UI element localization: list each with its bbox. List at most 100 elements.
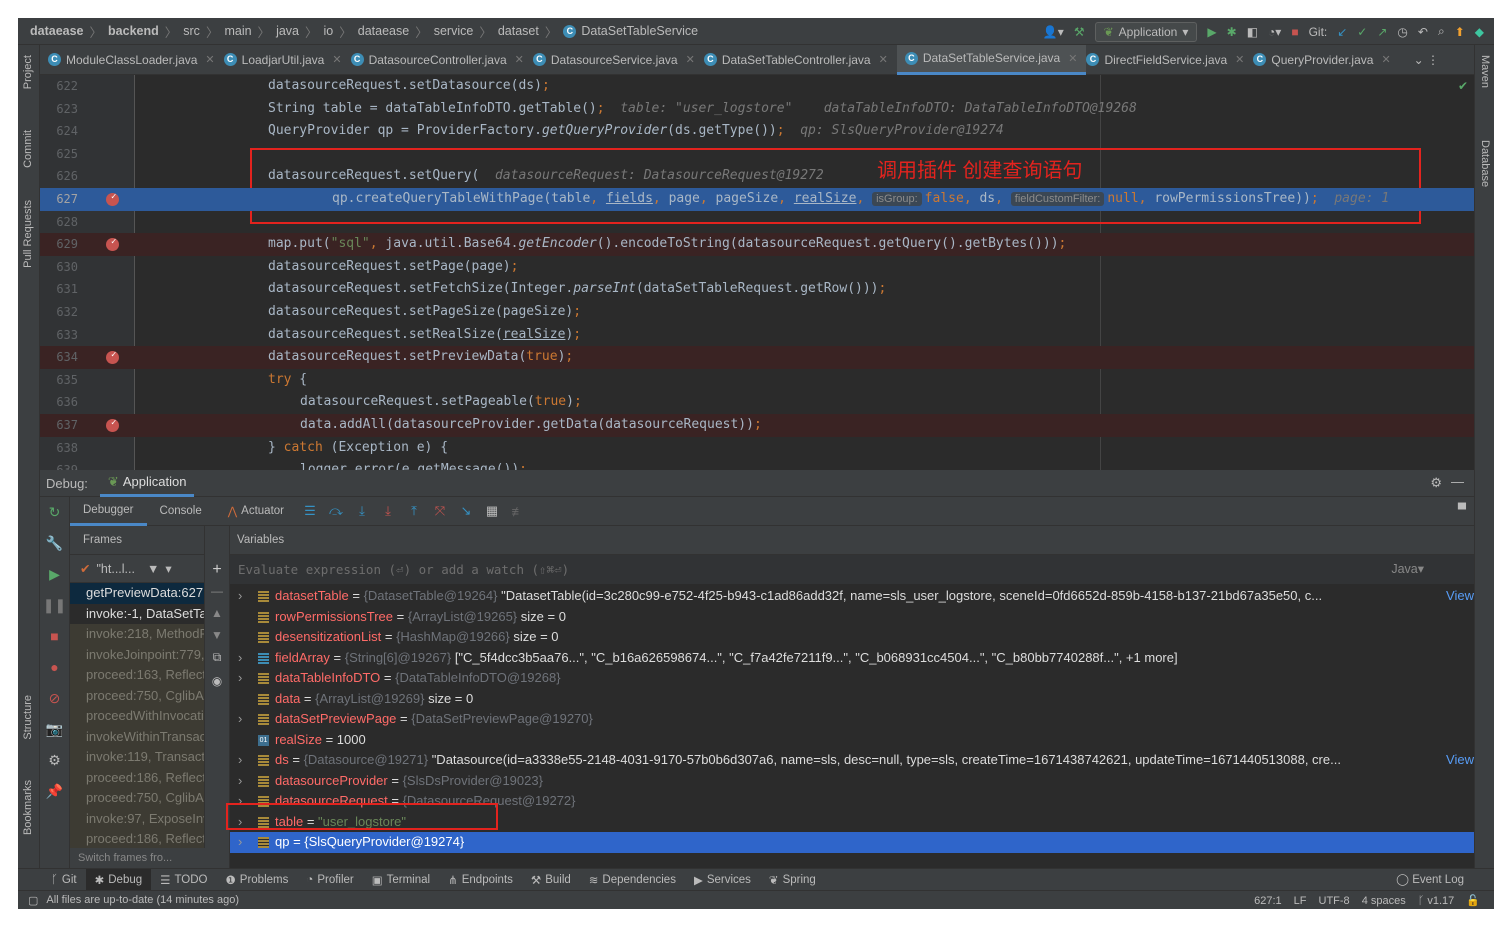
breadcrumb-item[interactable]: src	[183, 24, 200, 38]
expand-chevron-icon[interactable]: ›	[238, 586, 242, 607]
variable-row[interactable]: › datasourceProvider = {SlsDsProvider@190…	[230, 771, 1474, 792]
indent-setting[interactable]: 4 spaces	[1362, 895, 1406, 907]
search-icon[interactable]: ⌕	[1438, 24, 1445, 39]
editor-tab[interactable]: C DatasourceController.java ✕	[350, 45, 533, 75]
variable-row[interactable]: desensitizationList = {HashMap@19266} si…	[230, 627, 1474, 648]
variable-row[interactable]: › dataTableInfoDTO = {DataTableInfoDTO@19…	[230, 668, 1474, 689]
git-branch[interactable]: ᚴ v1.17	[1418, 895, 1455, 907]
pin-icon[interactable]: 📌	[40, 776, 69, 807]
watch-eye-icon[interactable]: ◉	[205, 674, 229, 698]
tool-database[interactable]: Database	[1479, 140, 1491, 187]
mute-breakpoints-icon[interactable]: ⊘	[40, 683, 69, 714]
force-step-into-icon[interactable]: ⤓	[379, 503, 397, 519]
add-watch-icon[interactable]: +	[205, 555, 229, 584]
file-encoding[interactable]: UTF-8	[1319, 895, 1350, 907]
tool-commit[interactable]: Commit	[22, 130, 34, 168]
editor-tab[interactable]: C DirectFieldService.java ✕	[1086, 45, 1253, 75]
tool-tab-debug[interactable]: ✱ Debug	[85, 868, 152, 891]
tool-maven[interactable]: Maven	[1479, 55, 1491, 88]
tab-debugger[interactable]: Debugger	[70, 497, 147, 526]
variable-row[interactable]: › qp = {SlsQueryProvider@19274}	[230, 832, 1474, 853]
thread-selector[interactable]: ✔ "ht...l... ▼ ▾	[70, 555, 204, 583]
breadcrumb-item[interactable]: main	[224, 24, 251, 38]
restore-layout-icon[interactable]: ▀	[1458, 504, 1466, 516]
tool-tab-todo[interactable]: ☰ TODO	[151, 869, 216, 891]
stack-frame[interactable]: proceed:163, ReflectiveMethodInvocation	[70, 665, 204, 686]
profile-icon[interactable]: ◔▾	[1268, 25, 1281, 39]
evaluate-icon[interactable]: ▦	[483, 503, 501, 519]
event-log-button[interactable]: ◯ Event Log	[1396, 872, 1464, 886]
tool-structure[interactable]: Structure	[22, 695, 34, 740]
breadcrumb-item[interactable]: dataease	[30, 24, 84, 38]
settings-icon[interactable]: ⚙	[40, 745, 69, 776]
close-icon[interactable]: ✕	[332, 53, 341, 66]
breadcrumb-item[interactable]: java	[276, 24, 299, 38]
stop-icon[interactable]: ■	[1291, 25, 1298, 39]
variable-row[interactable]: › dataSetPreviewPage = {DataSetPreviewPag…	[230, 709, 1474, 730]
run-to-cursor-icon[interactable]: ↘	[457, 503, 475, 519]
history-icon[interactable]: ◷	[1397, 25, 1407, 39]
stack-frame[interactable]: invokeJoinpoint:779, CglibAopProxy	[70, 644, 204, 665]
camera-icon[interactable]: 📷	[40, 714, 69, 745]
tool-tab-dependencies[interactable]: ≋ Dependencies	[580, 869, 685, 891]
filter-icon[interactable]: ▼	[147, 562, 159, 576]
tool-pull-requests[interactable]: Pull Requests	[22, 200, 34, 268]
variable-row[interactable]: › ds = {Datasource@19271} "Datasource(id=…	[230, 750, 1474, 771]
wrench-icon[interactable]: 🔧	[40, 528, 69, 559]
editor-tab[interactable]: C ModuleClassLoader.java ✕	[48, 45, 224, 75]
editor-tab[interactable]: C DataSetTableService.java ✕	[896, 44, 1087, 75]
expand-chevron-icon[interactable]: ›	[238, 771, 242, 792]
stack-frame[interactable]: invoke:-1, DataSetTableService$$FastClas…	[70, 603, 204, 624]
run-configuration-select[interactable]: ❦ Application ▾	[1094, 21, 1198, 42]
move-down-icon[interactable]: ▼	[205, 628, 229, 650]
stack-frame[interactable]: invokeWithinTransaction	[70, 726, 204, 747]
breadcrumb-item[interactable]: service	[434, 24, 474, 38]
variable-row[interactable]: rowPermissionsTree = {ArrayList@19265} s…	[230, 607, 1474, 628]
evaluate-expression-input[interactable]: Evaluate expression (⏎) or add a watch (…	[230, 555, 1474, 584]
breadcrumb-item[interactable]: dataease	[358, 24, 409, 38]
editor-tab[interactable]: C QueryProvider.java ✕	[1253, 45, 1399, 75]
tool-tab-build[interactable]: ⚒ Build	[522, 869, 580, 891]
coverage-icon[interactable]: ◧	[1247, 25, 1258, 39]
resume-icon[interactable]: ▶	[40, 559, 69, 590]
tool-project[interactable]: Project	[22, 55, 34, 89]
tool-tab-spring[interactable]: ❦ Spring	[760, 869, 825, 891]
stack-frame[interactable]: invoke:218, MethodProxy	[70, 624, 204, 645]
drop-frame-icon[interactable]: ⤧	[431, 503, 449, 519]
move-up-icon[interactable]: ▲	[205, 606, 229, 628]
variable-row[interactable]: 01 realSize = 1000	[230, 730, 1474, 751]
minimize-icon[interactable]: —	[1451, 474, 1464, 489]
tool-tab-services[interactable]: ▶ Services	[685, 869, 760, 891]
git-commit-icon[interactable]: ✓	[1357, 25, 1367, 39]
stack-frame[interactable]: invoke:97, ExposeInvocationInterceptor	[70, 808, 204, 829]
tab-console[interactable]: Console	[147, 497, 215, 526]
breadcrumb-item[interactable]: dataset	[498, 24, 539, 38]
breakpoint-icon[interactable]	[106, 412, 119, 435]
breadcrumb-item[interactable]: io	[324, 24, 334, 38]
editor-tab[interactable]: C LoadjarUtil.java ✕	[223, 45, 351, 75]
close-icon[interactable]: ✕	[1235, 53, 1244, 66]
close-icon[interactable]: ✕	[879, 53, 888, 66]
rerun-icon[interactable]: ↻	[40, 497, 69, 528]
tool-tab-endpoints[interactable]: ⋔ Endpoints	[439, 869, 522, 891]
variable-row[interactable]: › fieldArray = {String[6]@19267} ["C_5f4d…	[230, 648, 1474, 669]
stack-frame[interactable]: proceed:186, ReflectiveMethodInvocation	[70, 829, 204, 850]
close-icon[interactable]: ✕	[205, 53, 214, 66]
status-message[interactable]: All files are up-to-date (14 minutes ago…	[46, 894, 239, 906]
tool-tab-profiler[interactable]: ◔ Profiler	[297, 869, 362, 891]
run-icon[interactable]: ▶	[1207, 25, 1216, 39]
remove-icon[interactable]: —	[205, 584, 229, 606]
expand-chevron-icon[interactable]: ›	[238, 750, 242, 771]
close-icon[interactable]: ✕	[1068, 52, 1077, 65]
expand-chevron-icon[interactable]: ›	[238, 648, 242, 669]
tool-tab-terminal[interactable]: ▣ Terminal	[363, 869, 439, 891]
variable-row[interactable]: › datasetTable = {DatasetTable@19264} "Da…	[230, 586, 1474, 607]
stop-icon[interactable]: ■	[40, 621, 69, 652]
step-out-icon[interactable]: ⤒	[405, 503, 423, 519]
lock-icon[interactable]: 🔓	[1466, 894, 1480, 907]
debug-session-tab[interactable]: ❦ Application	[99, 470, 195, 497]
expand-chevron-icon[interactable]: ›	[238, 668, 242, 689]
update-icon[interactable]: ⬆	[1455, 25, 1465, 39]
view-link[interactable]: View	[1444, 750, 1474, 771]
layout-toggle-icon[interactable]: ▢	[28, 894, 38, 907]
